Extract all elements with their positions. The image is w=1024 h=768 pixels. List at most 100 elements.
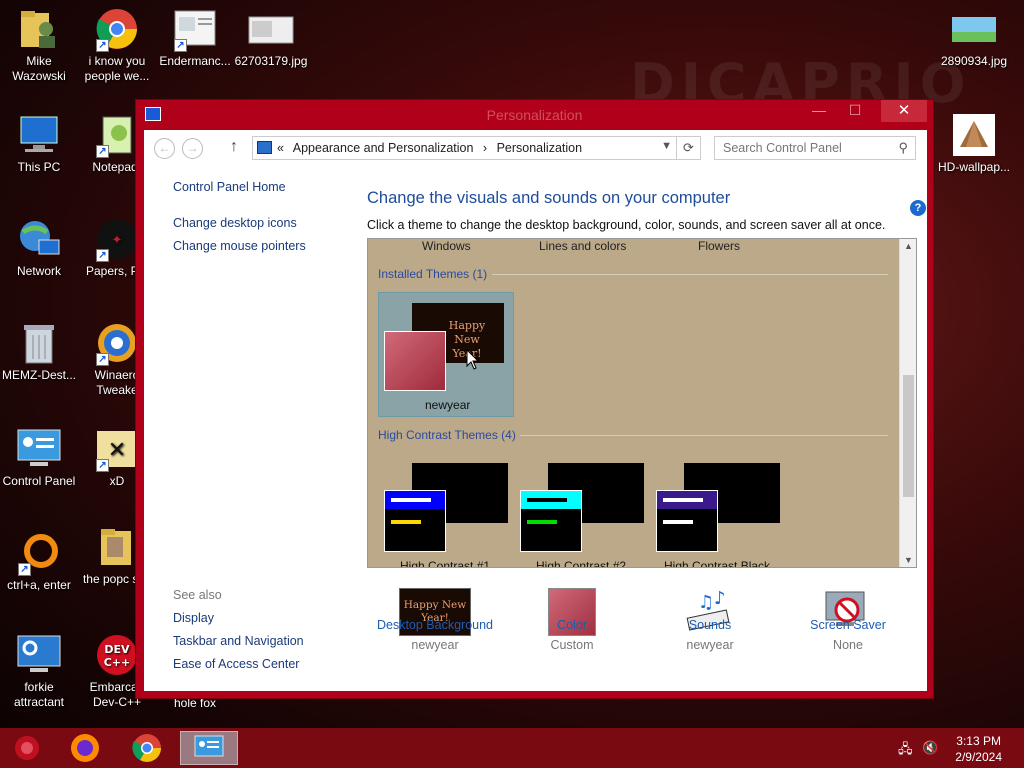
devcpp-icon: DEV C++: [94, 632, 140, 678]
screen-saver-link[interactable]: Screen Saver: [798, 618, 898, 632]
notepad-icon: ↗: [94, 112, 140, 158]
desktop-icon-ctrl-a-enter[interactable]: ↗ ctrl+a, enter: [0, 530, 78, 593]
theme-thumb-color: [384, 490, 446, 552]
shortcut-arrow-icon: ↗: [18, 563, 31, 576]
desktop-icon-label: Mike Wazowski: [12, 54, 66, 83]
theme-name: newyear: [425, 398, 471, 412]
svg-text:♫: ♫: [698, 592, 714, 613]
search-input[interactable]: Search Control Panel ⚲: [714, 136, 916, 160]
svg-text:DEV: DEV: [104, 643, 130, 656]
up-button[interactable]: ↑: [230, 138, 238, 156]
desktop-icon-network[interactable]: Network: [0, 216, 78, 279]
shortcut-arrow-icon: ↗: [96, 39, 109, 52]
theme-lines-and-colors[interactable]: Lines and colors: [539, 239, 626, 253]
chevron-down-icon[interactable]: ▼: [661, 140, 672, 152]
theme-high-contrast-2[interactable]: High Contrast #2: [518, 463, 648, 568]
theme-thumb-color: [520, 490, 582, 552]
theme-flowers[interactable]: Flowers: [698, 239, 740, 253]
desktop-icon-label: forkie attractant: [13, 680, 65, 709]
desktop-icon-label: Network: [16, 264, 61, 278]
screen-saver-value: None: [833, 638, 863, 652]
volume-muted-icon[interactable]: 🔇: [922, 740, 938, 756]
scrollbar-thumb[interactable]: [903, 375, 914, 497]
sounds-item: Sounds newyear: [660, 618, 760, 652]
clock-date: 2/9/2024: [955, 750, 1002, 764]
desktop-icon-hd-wallpaper[interactable]: HD-wallpap...: [934, 112, 1014, 175]
sounds-link[interactable]: Sounds: [660, 618, 760, 632]
desktop-icon-this-pc[interactable]: This PC: [0, 112, 78, 175]
recycle-bin-icon: [16, 320, 62, 366]
taskbar: 🖧 🔇 3:13 PM 2/9/2024: [0, 728, 1024, 768]
scroll-up-icon[interactable]: ▲: [900, 241, 916, 251]
winaero-icon: ↗: [94, 320, 140, 366]
help-icon[interactable]: ?: [910, 200, 926, 216]
theme-name: High Contrast #1: [400, 559, 491, 568]
chrome-taskbar-icon[interactable]: [124, 731, 170, 765]
network-tray-icon[interactable]: 🖧: [898, 740, 913, 762]
folder-user-icon: [16, 6, 62, 52]
installed-themes-header: Installed Themes (1): [378, 267, 488, 281]
desktop-icon-label: Endermanc...: [159, 54, 231, 68]
sounds-value: newyear: [686, 638, 734, 652]
forward-button[interactable]: →: [182, 138, 203, 159]
image-file-icon: [248, 6, 294, 52]
ring-icon: ↗: [16, 530, 62, 576]
desktop-icon-forkie[interactable]: forkie attractant: [0, 632, 78, 710]
scroll-down-icon[interactable]: ▼: [900, 555, 916, 565]
mouse-cursor-icon: [466, 348, 480, 376]
breadcrumb-separator[interactable]: ›: [483, 141, 487, 155]
desktop-icon-label: i know you people we...: [84, 54, 150, 83]
nav-control-panel-home[interactable]: Control Panel Home: [173, 180, 286, 194]
link-taskbar-navigation[interactable]: Taskbar and Navigation: [173, 634, 304, 648]
desktop-icon-chrome-shortcut[interactable]: ↗ i know you people we...: [78, 6, 156, 84]
desktop-icon-endermanch[interactable]: ↗ Endermanc...: [156, 6, 234, 69]
address-bar[interactable]: « Appearance and Personalization › Perso…: [252, 136, 701, 160]
link-ease-of-access[interactable]: Ease of Access Center: [173, 657, 299, 671]
back-button[interactable]: ←: [154, 138, 175, 159]
svg-text:C++: C++: [104, 656, 131, 669]
desktop-icon-2890934[interactable]: 2890934.jpg: [934, 6, 1014, 69]
text-swatch: [527, 498, 567, 502]
computer-icon: [257, 141, 272, 154]
maximize-button[interactable]: ☐: [839, 100, 871, 122]
desktop-icon-label: Control Panel: [2, 474, 76, 488]
firefox-taskbar-icon[interactable]: [62, 731, 108, 765]
title-bar[interactable]: Personalization — ☐ ✕: [136, 100, 933, 130]
breadcrumb-overflow[interactable]: «: [277, 141, 284, 155]
desktop-icon-62703179[interactable]: 62703179.jpg: [232, 6, 310, 69]
color-value: Custom: [550, 638, 594, 652]
high-contrast-header: High Contrast Themes (4): [378, 428, 516, 442]
close-button[interactable]: ✕: [881, 100, 927, 122]
shortcut-arrow-icon: ↗: [96, 145, 109, 158]
theme-windows[interactable]: Windows: [422, 239, 471, 253]
desktop-icon-memz[interactable]: MEMZ-Dest...: [0, 320, 78, 383]
color-link[interactable]: Color: [522, 618, 622, 632]
search-icon: ⚲: [898, 140, 908, 155]
theme-list-scrollbar[interactable]: ▲ ▼: [899, 239, 916, 567]
control-panel-taskbar-icon[interactable]: [180, 731, 238, 765]
theme-high-contrast-1[interactable]: High Contrast #1: [382, 463, 512, 568]
text-swatch: [527, 520, 557, 524]
theme-thumb-color: [384, 331, 446, 391]
breadcrumb-appearance[interactable]: Appearance and Personalization: [293, 141, 474, 155]
start-button[interactable]: [4, 731, 50, 765]
section-divider: [520, 435, 888, 436]
nav-change-mouse-pointers[interactable]: Change mouse pointers: [173, 239, 306, 253]
svg-text:✦: ✦: [112, 233, 123, 248]
breadcrumb-personalization[interactable]: Personalization: [497, 141, 582, 155]
desktop-icon-mike-wazowski[interactable]: Mike Wazowski: [0, 6, 78, 84]
refresh-button[interactable]: ⟳: [676, 137, 700, 159]
nav-change-desktop-icons[interactable]: Change desktop icons: [173, 216, 297, 230]
theme-newyear[interactable]: Happy New Year! newyear: [378, 292, 514, 417]
theme-high-contrast-black[interactable]: High Contrast Black: [654, 463, 784, 568]
clock[interactable]: 3:13 PM 2/9/2024: [955, 733, 1002, 765]
minimize-button[interactable]: —: [803, 100, 835, 122]
theme-name: High Contrast Black: [664, 559, 771, 568]
desktop-icon-control-panel[interactable]: Control Panel: [0, 426, 78, 489]
desktop-background-link[interactable]: Desktop Background: [374, 618, 496, 632]
theme-name: High Contrast #2: [536, 559, 627, 568]
shortcut-arrow-icon: ↗: [174, 39, 187, 52]
desktop-icon-label: ctrl+a, enter: [7, 578, 71, 592]
link-display[interactable]: Display: [173, 611, 214, 625]
desktop-icon-label: HD-wallpap...: [937, 160, 1011, 174]
